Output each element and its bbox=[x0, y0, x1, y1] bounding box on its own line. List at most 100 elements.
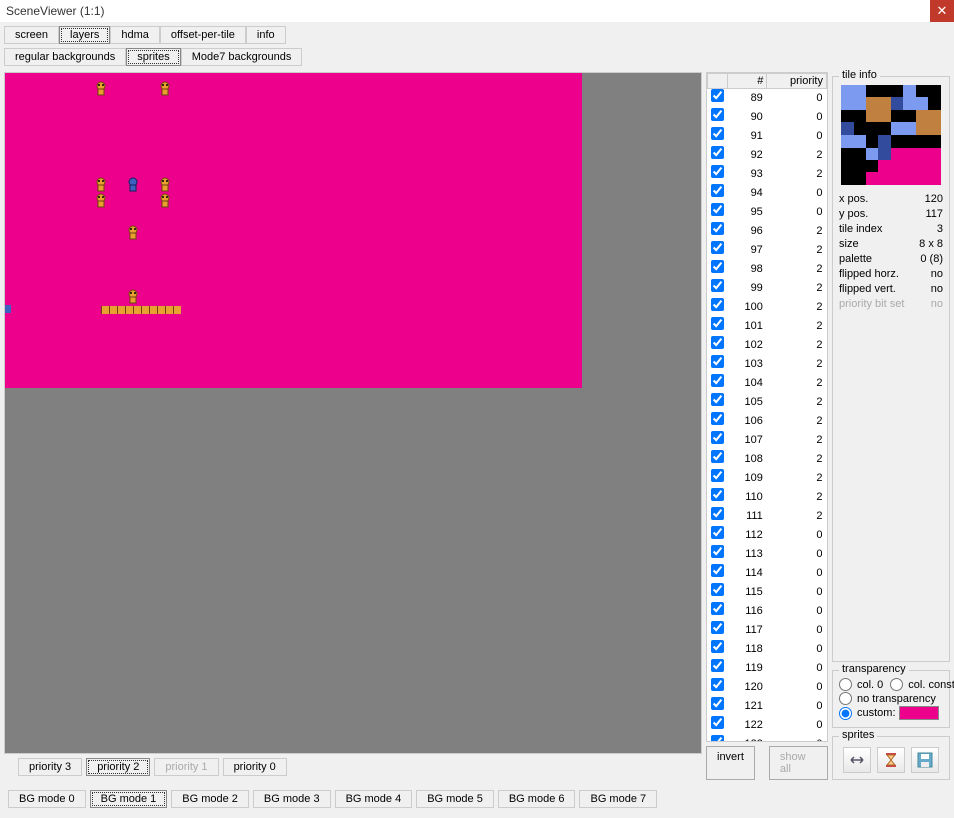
row-check[interactable] bbox=[711, 127, 724, 140]
row-check[interactable] bbox=[711, 222, 724, 235]
row-check[interactable] bbox=[711, 279, 724, 292]
top-tab-4[interactable]: info bbox=[246, 26, 286, 44]
priority-tab-0[interactable]: priority 3 bbox=[18, 758, 82, 776]
row-check[interactable] bbox=[711, 317, 724, 330]
list-item[interactable]: 1190 bbox=[708, 659, 827, 678]
sprite-gold[interactable] bbox=[157, 81, 173, 97]
row-check[interactable] bbox=[711, 659, 724, 672]
list-item[interactable]: 982 bbox=[708, 260, 827, 279]
list-item[interactable]: 1012 bbox=[708, 317, 827, 336]
row-check[interactable] bbox=[711, 89, 724, 102]
sprite-gold[interactable] bbox=[93, 177, 109, 193]
row-check[interactable] bbox=[711, 602, 724, 615]
radio-custom[interactable] bbox=[839, 707, 852, 720]
list-item[interactable]: 1062 bbox=[708, 412, 827, 431]
bgmode-tab-2[interactable]: BG mode 2 bbox=[171, 790, 249, 808]
row-check[interactable] bbox=[711, 241, 724, 254]
list-item[interactable]: 1042 bbox=[708, 374, 827, 393]
col-priority[interactable]: priority bbox=[767, 74, 827, 89]
top-tab-3[interactable]: offset-per-tile bbox=[160, 26, 246, 44]
bgmode-tab-3[interactable]: BG mode 3 bbox=[253, 790, 331, 808]
sprite-gold[interactable] bbox=[157, 193, 173, 209]
list-item[interactable]: 1140 bbox=[708, 564, 827, 583]
row-check[interactable] bbox=[711, 678, 724, 691]
list-item[interactable]: 940 bbox=[708, 184, 827, 203]
row-check[interactable] bbox=[711, 716, 724, 729]
radio-notrans[interactable] bbox=[839, 692, 852, 705]
col-check[interactable] bbox=[708, 74, 728, 89]
row-check[interactable] bbox=[711, 450, 724, 463]
sub-tab-0[interactable]: regular backgrounds bbox=[4, 48, 126, 66]
row-check[interactable] bbox=[711, 355, 724, 368]
top-tab-1[interactable]: layers bbox=[59, 26, 110, 44]
row-check[interactable] bbox=[711, 735, 724, 742]
invert-button[interactable]: invert bbox=[706, 746, 755, 780]
show-all-button[interactable]: show all bbox=[769, 746, 828, 780]
list-item[interactable]: 910 bbox=[708, 127, 827, 146]
priority-tab-1[interactable]: priority 2 bbox=[86, 758, 150, 776]
list-item[interactable]: 1032 bbox=[708, 355, 827, 374]
row-check[interactable] bbox=[711, 583, 724, 596]
list-item[interactable]: 1210 bbox=[708, 697, 827, 716]
list-item[interactable]: 1102 bbox=[708, 488, 827, 507]
top-tab-2[interactable]: hdma bbox=[110, 26, 160, 44]
save-icon[interactable] bbox=[911, 747, 939, 773]
list-item[interactable]: 1180 bbox=[708, 640, 827, 659]
list-item[interactable]: 1170 bbox=[708, 621, 827, 640]
col-number[interactable]: # bbox=[728, 74, 767, 89]
list-item[interactable]: 1072 bbox=[708, 431, 827, 450]
row-check[interactable] bbox=[711, 165, 724, 178]
expand-icon[interactable] bbox=[843, 747, 871, 773]
sprite-gold[interactable] bbox=[93, 81, 109, 97]
row-check[interactable] bbox=[711, 507, 724, 520]
row-check[interactable] bbox=[711, 526, 724, 539]
row-check[interactable] bbox=[711, 393, 724, 406]
row-check[interactable] bbox=[711, 146, 724, 159]
bgmode-tab-7[interactable]: BG mode 7 bbox=[579, 790, 657, 808]
row-check[interactable] bbox=[711, 621, 724, 634]
list-item[interactable]: 950 bbox=[708, 203, 827, 222]
list-item[interactable]: 900 bbox=[708, 108, 827, 127]
list-item[interactable]: 1200 bbox=[708, 678, 827, 697]
list-item[interactable]: 1112 bbox=[708, 507, 827, 526]
row-check[interactable] bbox=[711, 697, 724, 710]
custom-color-swatch[interactable] bbox=[899, 706, 939, 720]
sprite-gold[interactable] bbox=[93, 193, 109, 209]
row-check[interactable] bbox=[711, 640, 724, 653]
bgmode-tab-5[interactable]: BG mode 5 bbox=[416, 790, 494, 808]
row-check[interactable] bbox=[711, 260, 724, 273]
row-check[interactable] bbox=[711, 374, 724, 387]
list-item[interactable]: 1220 bbox=[708, 716, 827, 735]
list-item[interactable]: 972 bbox=[708, 241, 827, 260]
row-check[interactable] bbox=[711, 203, 724, 216]
row-check[interactable] bbox=[711, 545, 724, 558]
scene-canvas[interactable] bbox=[4, 72, 702, 754]
list-item[interactable]: 1022 bbox=[708, 336, 827, 355]
row-check[interactable] bbox=[711, 108, 724, 121]
row-check[interactable] bbox=[711, 412, 724, 425]
list-item[interactable]: 1120 bbox=[708, 526, 827, 545]
sub-tab-2[interactable]: Mode7 backgrounds bbox=[181, 48, 303, 66]
list-item[interactable]: 992 bbox=[708, 279, 827, 298]
top-tab-0[interactable]: screen bbox=[4, 26, 59, 44]
radio-col0[interactable] bbox=[839, 678, 852, 691]
sprite-blue[interactable] bbox=[125, 177, 141, 193]
sprite-list[interactable]: # priority 89090091092293294095096297298… bbox=[706, 72, 828, 742]
list-item[interactable]: 1092 bbox=[708, 469, 827, 488]
list-item[interactable]: 922 bbox=[708, 146, 827, 165]
list-item[interactable]: 1230 bbox=[708, 735, 827, 742]
list-item[interactable]: 1082 bbox=[708, 450, 827, 469]
sprite-gold[interactable] bbox=[125, 289, 141, 305]
list-item[interactable]: 962 bbox=[708, 222, 827, 241]
list-item[interactable]: 1150 bbox=[708, 583, 827, 602]
list-item[interactable]: 1002 bbox=[708, 298, 827, 317]
sprite-gold[interactable] bbox=[125, 225, 141, 241]
row-check[interactable] bbox=[711, 431, 724, 444]
row-check[interactable] bbox=[711, 488, 724, 501]
list-item[interactable]: 1052 bbox=[708, 393, 827, 412]
close-button[interactable]: ✕ bbox=[930, 0, 954, 22]
sprite-tiny[interactable] bbox=[5, 305, 21, 321]
row-check[interactable] bbox=[711, 184, 724, 197]
list-item[interactable]: 1130 bbox=[708, 545, 827, 564]
list-item[interactable]: 1160 bbox=[708, 602, 827, 621]
